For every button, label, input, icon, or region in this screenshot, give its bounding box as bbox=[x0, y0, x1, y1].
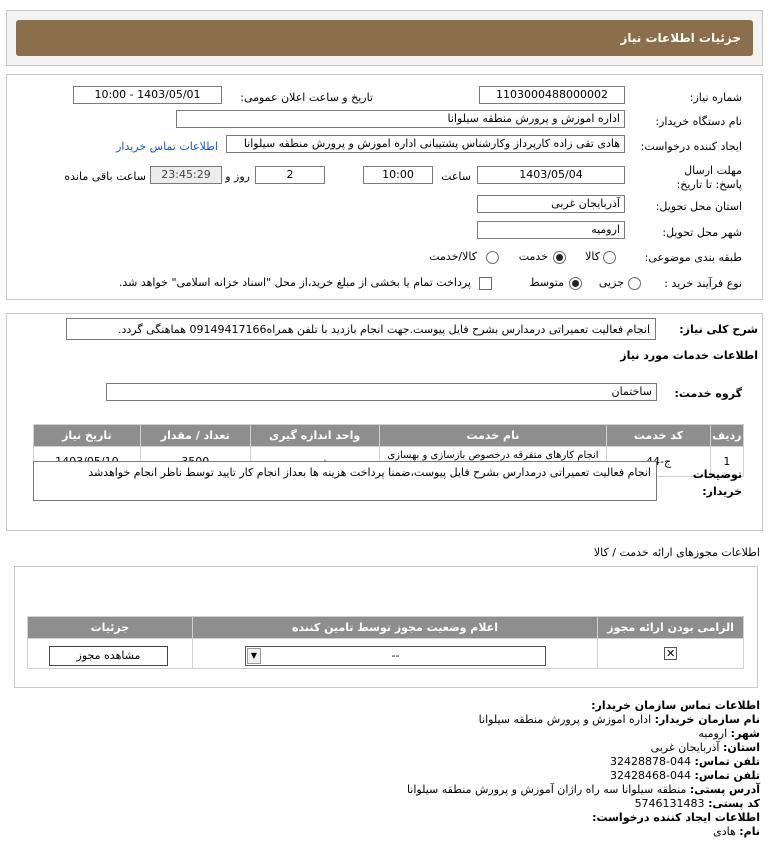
category-option-goods-label: کالا bbox=[585, 250, 600, 263]
buyer-contact-link[interactable]: اطلاعات تماس خریدار bbox=[116, 140, 218, 153]
col-need-date: تاریخ نیاز bbox=[33, 424, 141, 447]
contact-address-label: آدرس پستی: bbox=[689, 783, 760, 796]
contact-org: اداره اموزش و پرورش منطقه سیلوانا bbox=[478, 713, 652, 726]
page-header: جزئیات اطلاعات نیاز bbox=[6, 10, 763, 66]
creator-name-label: نام: bbox=[739, 825, 760, 838]
buyer-notes-label: توضیحات خریدار: bbox=[692, 468, 742, 498]
col-service-name: نام خدمت bbox=[378, 424, 608, 447]
col-row: ردیف bbox=[709, 424, 745, 447]
category-option-goods-radio[interactable] bbox=[603, 251, 616, 264]
category-option-both-radio[interactable] bbox=[486, 251, 499, 264]
process-option-medium-label: متوسط bbox=[529, 276, 564, 289]
treasury-payment-note: پرداخت تمام یا بخشی از مبلغ خرید،از محل … bbox=[118, 276, 471, 289]
deadline-label: مهلت ارسال پاسخ: تا تاریخ: bbox=[676, 164, 742, 191]
announce-label: تاریخ و ساعت اعلان عمومی: bbox=[240, 91, 373, 104]
permit-status-value: -- bbox=[391, 649, 400, 662]
creator-name: هادی bbox=[713, 825, 736, 838]
description-text: انجام فعالیت تعمیراتی درمدارس بشرح فایل … bbox=[66, 318, 656, 340]
category-label: طبقه بندی موضوعی: bbox=[644, 251, 742, 264]
description-label: شرح کلی نیاز: bbox=[679, 323, 758, 336]
contact-phone-label: تلفن تماس: bbox=[694, 769, 760, 782]
province-label: استان محل تحویل: bbox=[655, 200, 742, 213]
col-unit: واحد اندازه گیری bbox=[249, 424, 380, 447]
contact-address: منطقه سیلوانا سه راه راژان آموزش و پرورش… bbox=[406, 783, 687, 796]
creator-info-title: اطلاعات ایجاد کننده درخواست: bbox=[592, 811, 760, 824]
col-service-code: کد خدمت bbox=[606, 424, 711, 447]
announce-field: 1403/05/01 - 10:00 bbox=[73, 86, 222, 104]
contact-title: اطلاعات تماس سازمان خریدار: bbox=[591, 699, 760, 712]
category-option-both-label: کالا/خدمت bbox=[429, 250, 477, 263]
province-field: آذربایجان غربی bbox=[477, 195, 625, 213]
remaining-time-field: 23:45:29 bbox=[150, 166, 222, 184]
contact-city: ارومیه bbox=[698, 727, 728, 740]
contact-province: آذربایجان غربی bbox=[650, 741, 720, 754]
contact-fax-label: تلفن تماس: bbox=[694, 755, 760, 768]
deadline-time-field: 10:00 bbox=[363, 166, 433, 184]
deadline-date-field: 1403/05/04 bbox=[477, 166, 625, 184]
permits-title: اطلاعات مجوزهای ارائه خدمت / کالا bbox=[593, 546, 760, 559]
contact-province-label: استان: bbox=[723, 741, 760, 754]
permit-required-checkbox[interactable]: ✕ bbox=[664, 647, 678, 660]
creator-label: ایجاد کننده درخواست: bbox=[640, 140, 742, 153]
city-label: شهر محل تحویل: bbox=[662, 226, 742, 239]
contact-phone: 044-32428468 bbox=[610, 769, 692, 782]
contact-city-label: شهر: bbox=[730, 727, 760, 740]
process-option-minor-radio[interactable] bbox=[628, 277, 641, 290]
need-details-panel bbox=[6, 74, 763, 300]
process-option-medium-radio[interactable] bbox=[569, 277, 582, 290]
city-field: ارومیه bbox=[477, 221, 625, 239]
treasury-payment-checkbox[interactable] bbox=[479, 277, 492, 290]
category-option-service-radio[interactable] bbox=[553, 251, 566, 264]
creator-field: هادی تقی زاده کارپرداز وکارشناس پشتیبانی… bbox=[226, 135, 625, 153]
contact-fax: 044-32428878 bbox=[610, 755, 692, 768]
chevron-down-icon: ▼ bbox=[247, 648, 261, 664]
services-title: اطلاعات خدمات مورد نیاز bbox=[620, 349, 758, 362]
process-label: نوع فرآیند خرید : bbox=[664, 277, 742, 290]
permit-status-select[interactable]: ▼ -- bbox=[245, 646, 546, 666]
service-group-label: گروه خدمت: bbox=[674, 387, 742, 400]
days-field: 2 bbox=[255, 166, 325, 184]
days-label: روز و bbox=[225, 170, 250, 183]
buyer-org-field: اداره اموزش و پرورش منطقه سیلوانا bbox=[176, 110, 625, 128]
buyer-org-label: نام دستگاه خریدار: bbox=[655, 115, 742, 128]
col-permit-status: اعلام وضعیت مجوز توسط تامین کننده bbox=[191, 616, 599, 639]
need-number-label: شماره نیاز: bbox=[689, 91, 742, 104]
buyer-notes-text: انجام فعالیت تعمیراتی درمدارس بشرح فایل … bbox=[33, 461, 657, 501]
col-permit-required: الزامی بودن ارائه مجوز bbox=[597, 616, 744, 639]
service-group-field: ساختمان bbox=[106, 383, 657, 401]
category-option-service-label: خدمت bbox=[518, 250, 548, 263]
contact-postal: 5746131483 bbox=[634, 797, 705, 810]
contact-postal-label: کد پستی: bbox=[708, 797, 760, 810]
deadline-time-label: ساعت bbox=[441, 170, 471, 183]
page-title: جزئیات اطلاعات نیاز bbox=[16, 20, 753, 56]
remaining-label: ساعت باقی مانده bbox=[64, 170, 146, 183]
contact-org-label: نام سازمان خریدار: bbox=[654, 713, 760, 726]
view-permit-button[interactable]: مشاهده مجوز bbox=[49, 646, 168, 666]
col-quantity: تعداد / مقدار bbox=[139, 424, 251, 447]
process-option-minor-label: جزیی bbox=[598, 276, 624, 289]
col-permit-details: جزئیات bbox=[27, 616, 193, 639]
need-number-field: 1103000488000002 bbox=[479, 86, 625, 104]
